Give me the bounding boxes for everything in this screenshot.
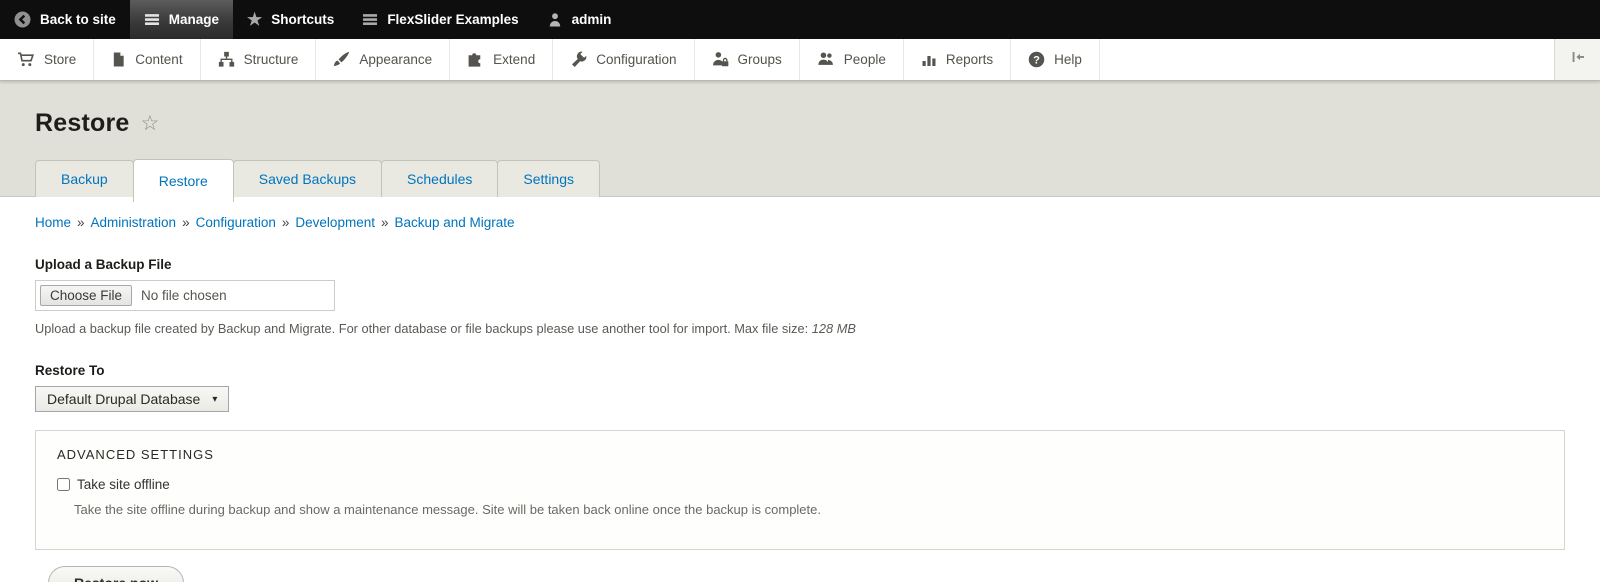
menu-item-label: Store bbox=[44, 52, 77, 67]
manage-label: Manage bbox=[168, 12, 220, 27]
menu-item-structure[interactable]: Structure bbox=[200, 39, 317, 80]
title-row: Restore ☆ bbox=[35, 81, 1565, 138]
toolbar-orientation-toggle[interactable] bbox=[1554, 39, 1600, 80]
back-to-site-button[interactable]: Back to site bbox=[0, 0, 130, 39]
breadcrumb-link-backup-and-migrate[interactable]: Backup and Migrate bbox=[394, 215, 514, 230]
menu-item-groups[interactable]: Groups bbox=[694, 39, 800, 80]
no-file-chosen-text: No file chosen bbox=[141, 288, 227, 303]
breadcrumb-separator: » bbox=[380, 215, 389, 230]
flexslider-examples-button[interactable]: FlexSlider Examples bbox=[348, 0, 532, 39]
advanced-settings-fieldset: ADVANCED SETTINGS Take site offline Take… bbox=[35, 430, 1565, 550]
admin-user-button[interactable]: admin bbox=[533, 0, 626, 39]
chevron-down-icon: ▾ bbox=[212, 393, 218, 405]
tab-bar: Backup Restore Saved Backups Schedules S… bbox=[35, 159, 601, 202]
admin-menu-bar: Store Content Structure Appearance Exten… bbox=[0, 39, 1600, 81]
breadcrumb-link-administration[interactable]: Administration bbox=[91, 215, 177, 230]
tab-schedules[interactable]: Schedules bbox=[381, 160, 499, 197]
menu-item-label: Help bbox=[1054, 52, 1082, 67]
sitemap-icon bbox=[218, 51, 235, 68]
restore-to-select[interactable]: Default Drupal Database ▾ bbox=[35, 386, 230, 412]
advanced-settings-legend: ADVANCED SETTINGS bbox=[57, 447, 214, 462]
svg-text:?: ? bbox=[1033, 54, 1040, 66]
page-title: Restore bbox=[35, 109, 130, 137]
breadcrumb-separator: » bbox=[182, 215, 190, 230]
admin-toolbar: Back to site Manage ★ Shortcuts FlexSlid… bbox=[0, 0, 1600, 39]
menu-item-configuration[interactable]: Configuration bbox=[553, 39, 695, 80]
menu-item-reports[interactable]: Reports bbox=[903, 39, 1012, 80]
person-lock-icon bbox=[712, 51, 729, 68]
restore-to-label: Restore To bbox=[35, 363, 105, 378]
menu-item-label: Groups bbox=[737, 52, 782, 67]
take-site-offline-checkbox[interactable] bbox=[57, 478, 70, 491]
back-to-site-label: Back to site bbox=[40, 12, 116, 27]
take-site-offline-row: Take site offline bbox=[57, 477, 1543, 492]
star-icon: ★ bbox=[247, 10, 263, 29]
upload-description: Upload a backup file created by Backup a… bbox=[35, 321, 1565, 336]
tab-saved-backups[interactable]: Saved Backups bbox=[232, 160, 383, 197]
admin-user-label: admin bbox=[571, 12, 612, 27]
flexslider-examples-label: FlexSlider Examples bbox=[387, 12, 519, 27]
tab-restore[interactable]: Restore bbox=[132, 159, 234, 202]
take-site-offline-description: Take the site offline during backup and … bbox=[74, 502, 821, 517]
page-header: Restore ☆ Backup Restore Saved Backups S… bbox=[0, 81, 1600, 202]
cart-icon bbox=[17, 51, 35, 68]
star-outline-icon[interactable]: ☆ bbox=[141, 113, 160, 134]
upload-description-text: Upload a backup file created by Backup a… bbox=[35, 321, 809, 336]
wrench-icon bbox=[570, 51, 587, 68]
breadcrumb-separator: » bbox=[281, 215, 290, 230]
menu-item-label: Reports bbox=[945, 52, 994, 67]
menu-item-appearance[interactable]: Appearance bbox=[316, 39, 451, 80]
bar-chart-icon bbox=[921, 51, 937, 68]
question-circle-icon: ? bbox=[1028, 51, 1045, 68]
breadcrumb-link-home[interactable]: Home bbox=[35, 215, 71, 230]
upload-file-label: Upload a Backup File bbox=[35, 257, 172, 272]
user-icon bbox=[547, 12, 563, 28]
tab-settings[interactable]: Settings bbox=[497, 160, 601, 197]
take-site-offline-label: Take site offline bbox=[77, 477, 170, 492]
tab-backup[interactable]: Backup bbox=[35, 160, 134, 197]
puzzle-icon bbox=[467, 51, 484, 68]
restore-now-button[interactable]: Restore now bbox=[48, 566, 185, 582]
choose-file-button[interactable]: Choose File bbox=[40, 285, 133, 306]
menu-item-label: Structure bbox=[243, 52, 299, 67]
menu-item-extend[interactable]: Extend bbox=[450, 39, 554, 80]
file-upload-field[interactable]: Choose File No file chosen bbox=[35, 280, 335, 311]
menu-item-label: People bbox=[843, 52, 886, 67]
menu-item-label: Extend bbox=[493, 52, 536, 67]
hamburger-icon bbox=[362, 12, 378, 27]
people-icon bbox=[817, 51, 835, 68]
menu-item-label: Configuration bbox=[596, 52, 677, 67]
shortcuts-label: Shortcuts bbox=[271, 12, 335, 27]
menu-item-store[interactable]: Store bbox=[0, 39, 95, 80]
hamburger-icon bbox=[144, 12, 160, 27]
breadcrumb-separator: » bbox=[77, 215, 85, 230]
main-content: Home » Administration » Configuration » … bbox=[0, 197, 1600, 582]
breadcrumb-link-development[interactable]: Development bbox=[295, 215, 375, 230]
restore-to-selected-value: Default Drupal Database bbox=[47, 391, 201, 407]
shortcuts-button[interactable]: ★ Shortcuts bbox=[233, 0, 348, 39]
menu-item-content[interactable]: Content bbox=[94, 39, 201, 80]
breadcrumb: Home » Administration » Configuration » … bbox=[35, 197, 1565, 230]
manage-button[interactable]: Manage bbox=[129, 0, 234, 39]
document-icon bbox=[111, 51, 126, 68]
menu-item-label: Content bbox=[135, 52, 183, 67]
collapse-left-icon bbox=[1569, 49, 1587, 70]
breadcrumb-link-configuration[interactable]: Configuration bbox=[196, 215, 276, 230]
paintbrush-icon bbox=[333, 51, 350, 68]
menu-item-help[interactable]: ? Help bbox=[1011, 39, 1100, 80]
max-file-size-value: 128 MB bbox=[811, 321, 856, 336]
back-circle-icon bbox=[14, 11, 31, 28]
menu-item-people[interactable]: People bbox=[799, 39, 904, 80]
menu-item-label: Appearance bbox=[359, 52, 433, 67]
